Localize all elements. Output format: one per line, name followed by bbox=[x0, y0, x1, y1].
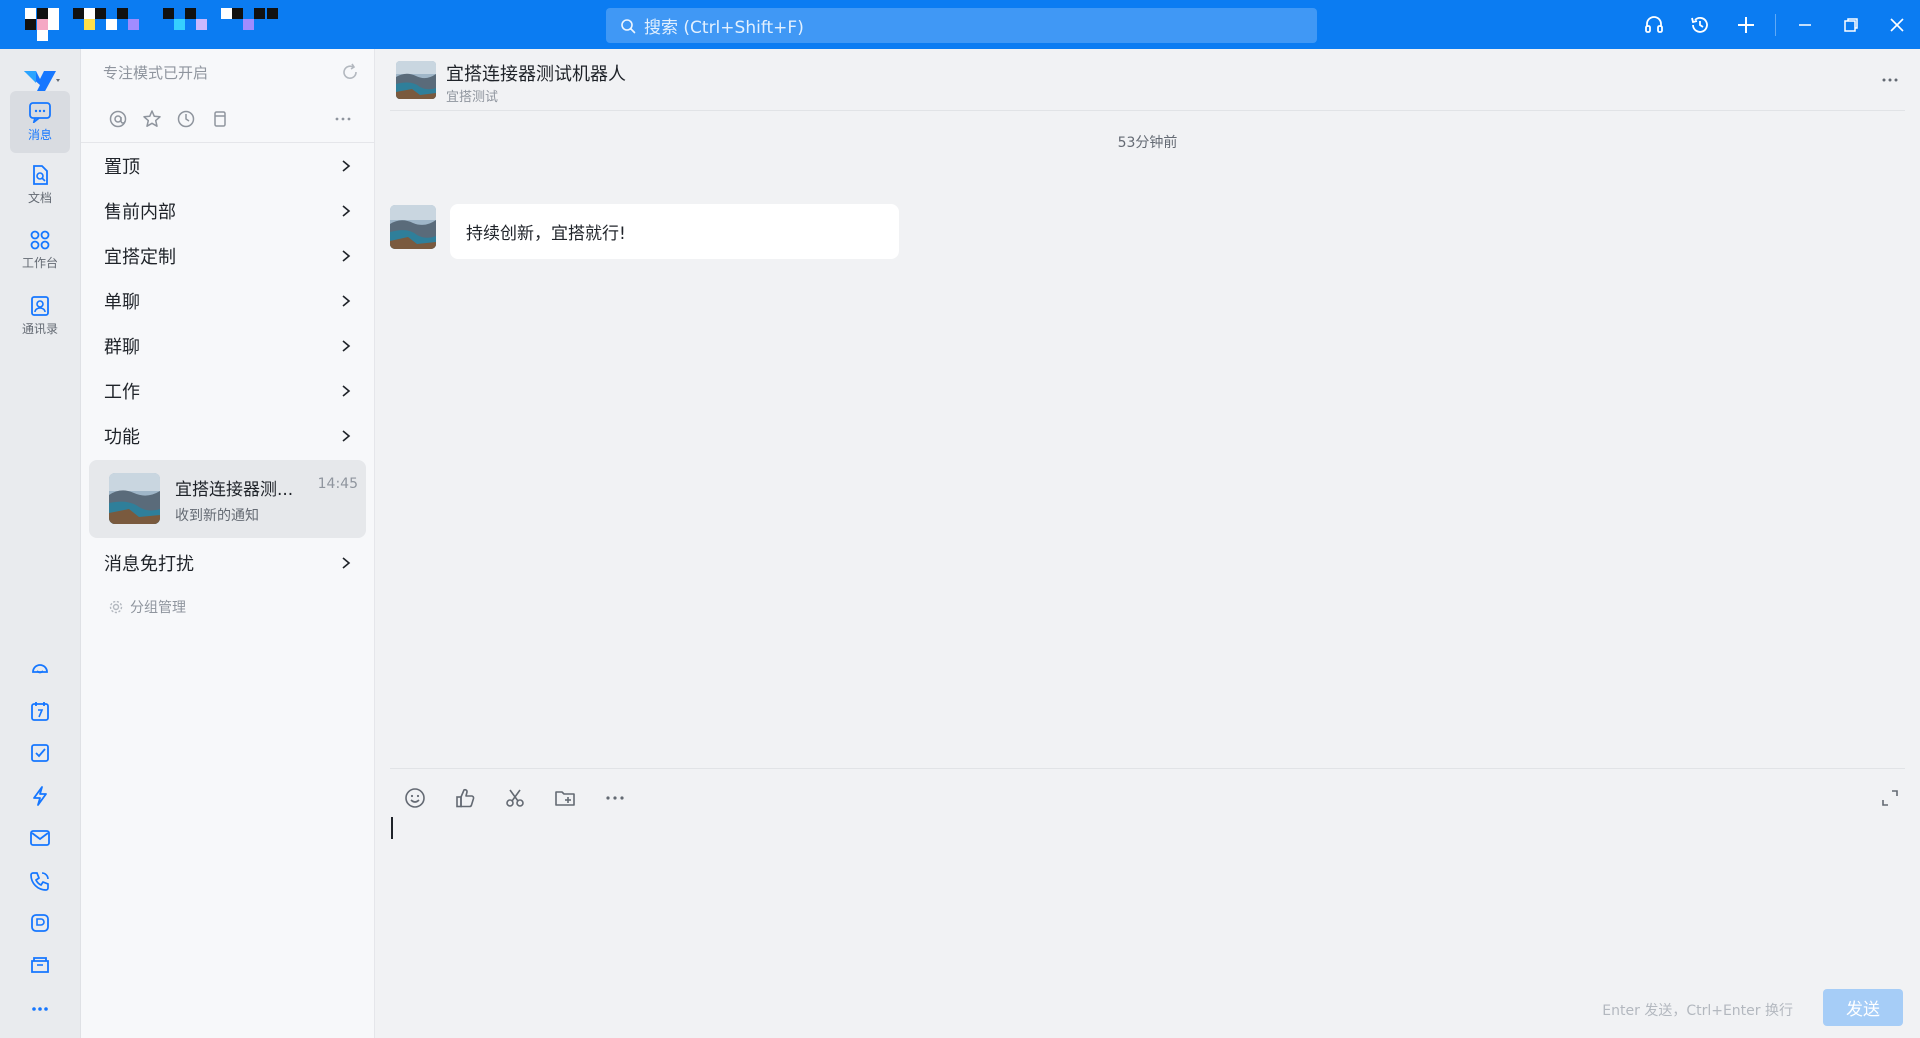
thumbs-up-icon[interactable] bbox=[440, 780, 490, 816]
search-icon bbox=[621, 18, 636, 33]
rail-label-messages: 消息 bbox=[27, 128, 52, 142]
chat-preview: 收到新的通知 bbox=[175, 508, 259, 524]
emoji-icon[interactable] bbox=[390, 780, 440, 816]
group-presales[interactable]: 售前内部 bbox=[81, 188, 374, 233]
left-rail: 消息 文档 工作台 通讯录 bbox=[0, 49, 81, 1038]
phone-icon[interactable] bbox=[27, 868, 53, 894]
group-label: 功能 bbox=[104, 426, 140, 448]
composer-divider bbox=[390, 768, 1905, 769]
document-icon bbox=[33, 165, 48, 185]
docs-app-icon[interactable] bbox=[27, 910, 53, 936]
title-bar-divider bbox=[1775, 13, 1776, 36]
app-pixel-logo bbox=[23, 8, 283, 41]
focus-mode-bar: 专注模式已开启 bbox=[81, 49, 374, 95]
chat-subtitle: 宜搭测试 bbox=[446, 90, 499, 105]
group-features[interactable]: 功能 bbox=[81, 413, 374, 458]
message-timestamp: 53分钟前 bbox=[1117, 135, 1178, 151]
folder-add-icon[interactable] bbox=[540, 780, 590, 816]
rail-item-contacts[interactable]: 通讯录 bbox=[10, 285, 70, 347]
refresh-icon[interactable] bbox=[340, 62, 360, 82]
group-management-label: 分组管理 bbox=[130, 600, 186, 616]
group-work[interactable]: 工作 bbox=[81, 368, 374, 413]
scissors-icon[interactable] bbox=[490, 780, 540, 816]
avatar bbox=[109, 473, 160, 524]
more-tools-icon[interactable] bbox=[590, 780, 640, 816]
group-label: 单聊 bbox=[104, 291, 140, 313]
group-label: 消息免打扰 bbox=[104, 553, 194, 575]
message-icon bbox=[29, 102, 51, 123]
group-label: 置顶 bbox=[104, 156, 140, 178]
history-icon[interactable] bbox=[1677, 0, 1723, 49]
chat-panel: 宜搭连接器测试机器人 宜搭测试 53分钟前 持续创新，宜搭就行! Enter 发… bbox=[375, 49, 1920, 1038]
expand-icon[interactable] bbox=[1876, 784, 1904, 812]
chat-header: 宜搭连接器测试机器人 宜搭测试 bbox=[390, 49, 1905, 111]
workbench-icon bbox=[30, 230, 50, 250]
chevron-right-icon bbox=[342, 204, 351, 217]
conversation-list-item[interactable]: 宜搭连接器测... 14:45 收到新的通知 bbox=[89, 460, 366, 538]
mail-icon[interactable] bbox=[27, 825, 53, 851]
group-label: 工作 bbox=[104, 381, 140, 403]
ding-icon[interactable] bbox=[27, 656, 53, 682]
avatar[interactable] bbox=[390, 205, 436, 249]
send-hint: Enter 发送，Ctrl+Enter 换行 bbox=[1602, 1003, 1793, 1019]
rail-label-workbench: 工作台 bbox=[21, 256, 58, 270]
message-input[interactable] bbox=[391, 817, 393, 839]
chevron-right-icon bbox=[342, 249, 351, 262]
group-do-not-disturb[interactable]: 消息免打扰 bbox=[81, 540, 374, 585]
add-icon[interactable] bbox=[1723, 0, 1769, 49]
rail-label-contacts: 通讯录 bbox=[21, 322, 58, 336]
group-single-chat[interactable]: 单聊 bbox=[81, 278, 374, 323]
avatar[interactable] bbox=[396, 61, 436, 99]
lightning-icon[interactable] bbox=[27, 783, 53, 809]
more-filters-icon[interactable] bbox=[326, 104, 360, 134]
chevron-right-icon bbox=[342, 429, 351, 442]
group-group-chat[interactable]: 群聊 bbox=[81, 323, 374, 368]
focus-mode-label: 专注模式已开启 bbox=[103, 63, 209, 82]
mention-icon[interactable] bbox=[101, 104, 135, 134]
group-label: 售前内部 bbox=[104, 201, 176, 223]
group-pinned[interactable]: 置顶 bbox=[81, 143, 374, 188]
rail-item-messages[interactable]: 消息 bbox=[10, 91, 70, 153]
rail-item-documents[interactable]: 文档 bbox=[10, 154, 70, 216]
contacts-icon bbox=[31, 296, 49, 316]
clock-icon[interactable] bbox=[169, 104, 203, 134]
unread-icon[interactable] bbox=[203, 104, 237, 134]
title-bar-actions bbox=[1631, 0, 1920, 49]
gear-icon bbox=[109, 600, 123, 614]
group-yida-custom[interactable]: 宜搭定制 bbox=[81, 233, 374, 278]
send-button[interactable]: 发送 bbox=[1823, 989, 1903, 1026]
group-label: 群聊 bbox=[104, 336, 140, 358]
more-options-icon[interactable] bbox=[1875, 65, 1905, 95]
chevron-right-icon bbox=[342, 339, 351, 352]
rail-item-workbench[interactable]: 工作台 bbox=[10, 219, 70, 281]
rail-label-documents: 文档 bbox=[27, 191, 52, 205]
group-label: 宜搭定制 bbox=[104, 246, 176, 268]
filter-bar bbox=[81, 95, 374, 143]
search-input[interactable]: 搜索 (Ctrl+Shift+F) bbox=[606, 8, 1317, 43]
headset-icon[interactable] bbox=[1631, 0, 1677, 49]
message-bubble[interactable]: 持续创新，宜搭就行! bbox=[450, 204, 899, 259]
minimize-icon[interactable] bbox=[1782, 0, 1828, 49]
title-bar: 搜索 (Ctrl+Shift+F) bbox=[0, 0, 1920, 49]
chevron-right-icon bbox=[342, 159, 351, 172]
close-icon[interactable] bbox=[1874, 0, 1920, 49]
chevron-right-icon bbox=[342, 384, 351, 397]
message-text: 持续创新，宜搭就行! bbox=[466, 224, 626, 244]
conversation-sidebar: 专注模式已开启 置顶 售前内部 宜搭定制 单聊 群聊 工作 功能 宜搭连接器测.… bbox=[81, 49, 375, 1038]
todo-icon[interactable] bbox=[27, 740, 53, 766]
folder-icon[interactable] bbox=[27, 952, 53, 978]
more-apps-icon[interactable] bbox=[27, 996, 53, 1022]
group-management-button[interactable]: 分组管理 bbox=[81, 585, 374, 629]
search-placeholder: 搜索 (Ctrl+Shift+F) bbox=[644, 18, 804, 38]
chat-title[interactable]: 宜搭连接器测试机器人 bbox=[446, 60, 626, 86]
chat-time: 14:45 bbox=[317, 476, 358, 492]
star-icon[interactable] bbox=[135, 104, 169, 134]
chevron-right-icon bbox=[342, 556, 351, 569]
restore-icon[interactable] bbox=[1828, 0, 1874, 49]
calendar-icon[interactable] bbox=[27, 698, 53, 724]
composer-toolbar bbox=[390, 780, 640, 816]
chat-name: 宜搭连接器测... bbox=[175, 480, 294, 500]
chevron-right-icon bbox=[342, 294, 351, 307]
